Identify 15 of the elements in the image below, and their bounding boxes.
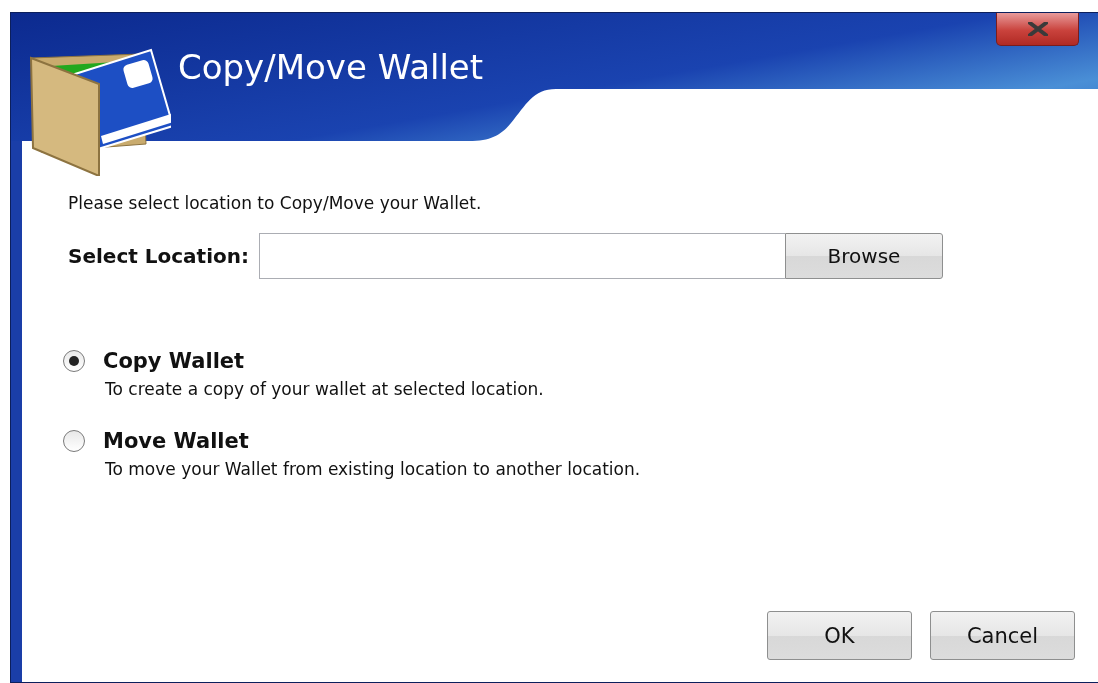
option-description: To move your Wallet from existing location to another location. xyxy=(105,459,642,479)
cancel-button[interactable]: Cancel xyxy=(930,611,1075,660)
instruction-text: Please select location to Copy/Move your Wallet. xyxy=(68,193,483,213)
radio-button[interactable] xyxy=(63,350,85,372)
close-icon xyxy=(1027,22,1048,36)
radio-button[interactable] xyxy=(63,430,85,452)
ok-button[interactable]: OK xyxy=(767,611,912,660)
close-button[interactable] xyxy=(996,13,1079,46)
location-label: Select Location: xyxy=(68,244,249,268)
browse-button[interactable]: Browse xyxy=(785,233,943,279)
option-label: Move Wallet xyxy=(103,429,249,453)
option-label: Copy Wallet xyxy=(103,349,245,373)
option-description: To create a copy of your wallet at selected location. xyxy=(105,379,545,399)
location-field[interactable] xyxy=(259,233,785,279)
window-title: Copy/Move Wallet xyxy=(178,47,484,87)
